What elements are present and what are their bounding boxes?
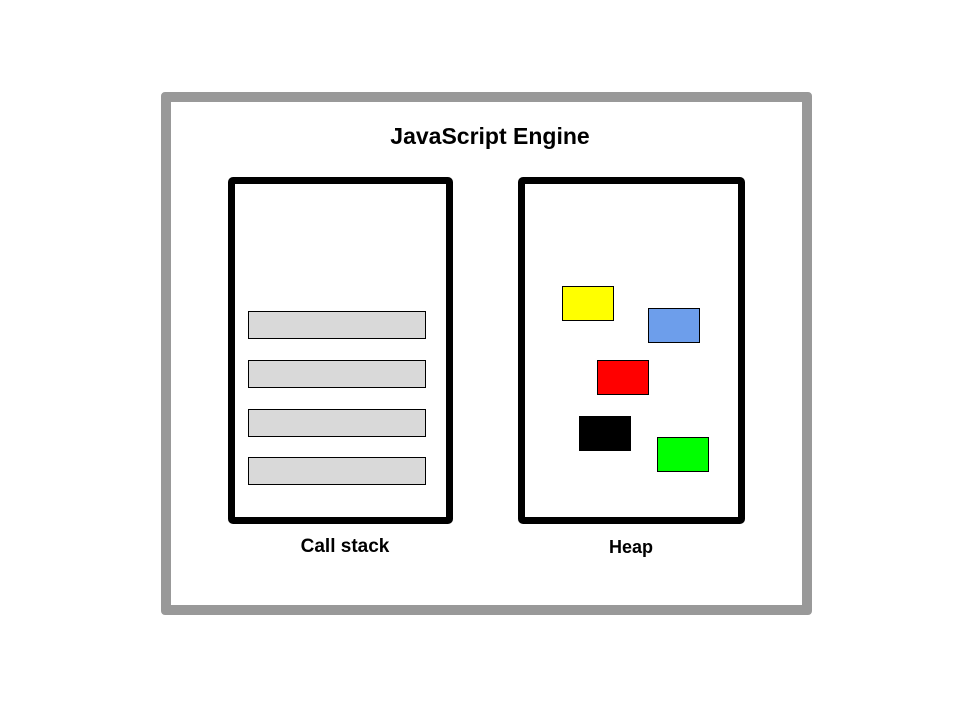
engine-title: JavaScript Engine: [390, 123, 590, 149]
call-stack-frame: [248, 311, 426, 339]
heap-label: Heap: [608, 537, 653, 557]
heap-object-yellow: [562, 286, 614, 321]
call-stack-label: Call stack: [300, 536, 390, 557]
heap-object-red: [597, 360, 649, 395]
heap-object-black: [579, 416, 631, 451]
call-stack-frame: [248, 457, 426, 485]
heap-panel: [518, 177, 745, 524]
call-stack-frame: [248, 409, 426, 437]
diagram-canvas: JavaScript Engine Call stack Heap: [0, 0, 960, 720]
call-stack-frame: [248, 360, 426, 388]
heap-object-blue: [648, 308, 700, 343]
heap-object-green: [657, 437, 709, 472]
